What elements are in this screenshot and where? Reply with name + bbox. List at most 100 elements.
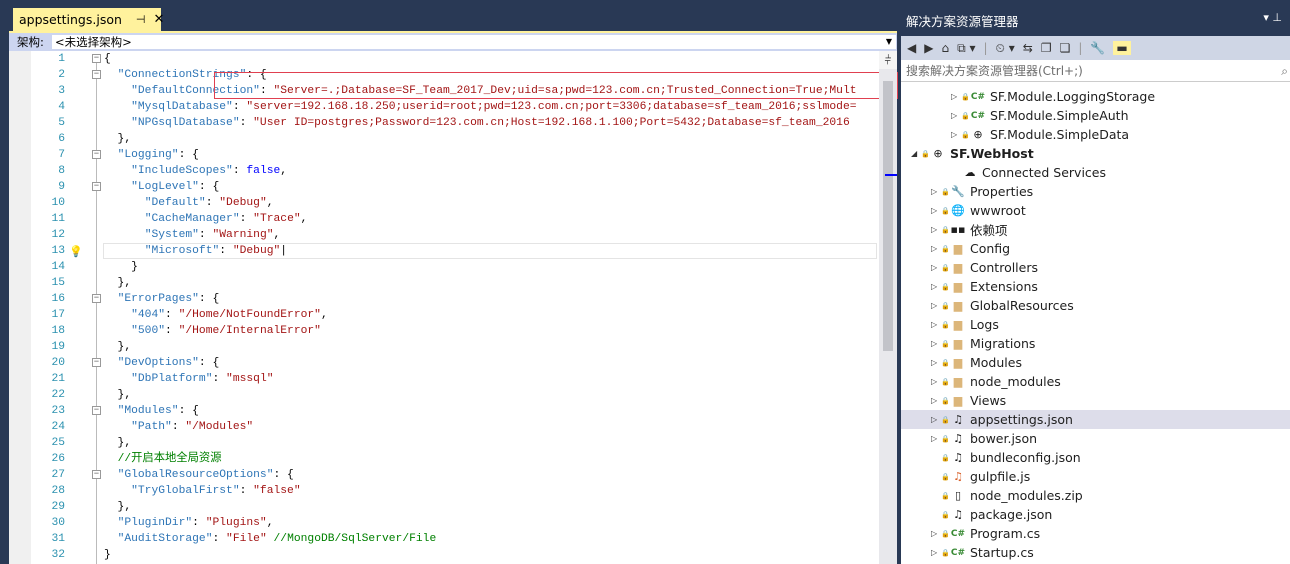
code-line[interactable]: 26 //开启本地全局资源: [9, 451, 879, 467]
code-line[interactable]: 9 − "LogLevel": {: [9, 179, 879, 195]
expand-arrow-icon[interactable]: ▷: [931, 358, 941, 367]
code-line[interactable]: 28 "TryGlobalFirst": "false": [9, 483, 879, 499]
code-line[interactable]: 12 "System": "Warning",: [9, 227, 879, 243]
code-line[interactable]: 11 "CacheManager": "Trace",: [9, 211, 879, 227]
tree-item[interactable]: ◢ 🔒 ⊕ SF.WebHost: [901, 144, 1290, 163]
expand-arrow-icon[interactable]: ◢: [911, 149, 921, 158]
tree-item[interactable]: ▷ 🔒 ▆ Config: [901, 239, 1290, 258]
expand-arrow-icon[interactable]: ▷: [931, 339, 941, 348]
search-input[interactable]: 搜索解决方案资源管理器(Ctrl+;) ⌕: [901, 60, 1290, 82]
tree-item[interactable]: ▷ 🔒 ▆ node_modules: [901, 372, 1290, 391]
expand-arrow-icon[interactable]: ▷: [931, 225, 941, 234]
tab-appsettings[interactable]: appsettings.json ⊣ ✕: [13, 8, 164, 31]
scrollbar-thumb[interactable]: [883, 81, 893, 351]
toolbar-button[interactable]: ⌂: [941, 41, 949, 55]
collapse-icon[interactable]: −: [92, 294, 101, 303]
expand-arrow-icon[interactable]: ▷: [931, 320, 941, 329]
code-line[interactable]: 32}: [9, 547, 879, 563]
split-icon[interactable]: ⫩: [879, 51, 897, 69]
preview-selected-button[interactable]: ▬: [1113, 41, 1131, 55]
expand-arrow-icon[interactable]: ▷: [931, 548, 941, 557]
tree-item[interactable]: ▷ 🔒 ⊕ SF.Module.SimpleData: [901, 125, 1290, 144]
expand-arrow-icon[interactable]: ▷: [951, 111, 961, 120]
tree-item[interactable]: ▷ 🔒 ▆ Views: [901, 391, 1290, 410]
tree-item[interactable]: ▷ 🔒 C# Startup.cs: [901, 543, 1290, 562]
tree-item[interactable]: 🔒 ♫ package.json: [901, 505, 1290, 524]
code-line[interactable]: 27 − "GlobalResourceOptions": {: [9, 467, 879, 483]
tree-item[interactable]: ▷ 🔒 ▪▪ 依赖项: [901, 220, 1290, 239]
schema-dropdown[interactable]: <未选择架构> ▼: [51, 34, 897, 50]
code-line[interactable]: 10 "Default": "Debug",: [9, 195, 879, 211]
code-line[interactable]: 29 },: [9, 499, 879, 515]
expand-arrow-icon[interactable]: ▷: [931, 206, 941, 215]
code-line[interactable]: 30 "PluginDir": "Plugins",: [9, 515, 879, 531]
tree-item[interactable]: ☁ Connected Services: [901, 163, 1290, 182]
tree-item[interactable]: ▷ 🔒 ♫ bower.json: [901, 429, 1290, 448]
code-line[interactable]: 20 − "DevOptions": {: [9, 355, 879, 371]
collapse-icon[interactable]: −: [92, 70, 101, 79]
tree-item[interactable]: 🔒 ▯ node_modules.zip: [901, 486, 1290, 505]
toolbar-button[interactable]: ⧉ ▾: [957, 41, 975, 56]
code-area[interactable]: 💡 1−{2− "ConnectionStrings": {3 "Default…: [9, 51, 879, 564]
tree-item[interactable]: ▷ 🔒 ▆ Migrations: [901, 334, 1290, 353]
expand-arrow-icon[interactable]: ▷: [931, 415, 941, 424]
toolbar-button[interactable]: ❏: [1060, 41, 1071, 55]
tree-item[interactable]: ▷ 🔒 ▆ Modules: [901, 353, 1290, 372]
expand-arrow-icon[interactable]: ▷: [931, 396, 941, 405]
tree-item[interactable]: ▷ 🔒 C# SF.Module.SimpleAuth: [901, 106, 1290, 125]
close-icon[interactable]: ✕: [154, 12, 165, 27]
code-line[interactable]: 4 "MysqlDatabase": "server=192.168.18.25…: [9, 99, 879, 115]
tree-item[interactable]: ▷ 🔒 ▆ Controllers: [901, 258, 1290, 277]
collapse-icon[interactable]: −: [92, 406, 101, 415]
code-line[interactable]: 6 },: [9, 131, 879, 147]
collapse-icon[interactable]: −: [92, 358, 101, 367]
code-line[interactable]: 22 },: [9, 387, 879, 403]
pin-icon[interactable]: ⊣: [136, 13, 146, 26]
expand-arrow-icon[interactable]: ▷: [951, 130, 961, 139]
expand-arrow-icon[interactable]: ▷: [931, 434, 941, 443]
code-line[interactable]: 15 },: [9, 275, 879, 291]
toolbar-button[interactable]: ⏲ ▾: [996, 41, 1015, 56]
expand-arrow-icon[interactable]: ▷: [931, 529, 941, 538]
code-line[interactable]: 5 "NPGsqlDatabase": "User ID=postgres;Pa…: [9, 115, 879, 131]
toolbar-button[interactable]: ❐: [1041, 41, 1052, 55]
code-line[interactable]: 8 "IncludeScopes": false,: [9, 163, 879, 179]
code-line[interactable]: 14 }: [9, 259, 879, 275]
collapse-icon[interactable]: −: [92, 182, 101, 191]
collapse-icon[interactable]: −: [92, 150, 101, 159]
tree-item[interactable]: ▷ 🔒 ▆ GlobalResources: [901, 296, 1290, 315]
tree-item[interactable]: ▷ 🔒 C# Program.cs: [901, 524, 1290, 543]
toolbar-button[interactable]: ◀: [907, 41, 916, 55]
tree-item[interactable]: 🔒 ♫ gulpfile.js: [901, 467, 1290, 486]
collapse-icon[interactable]: −: [92, 470, 101, 479]
search-icon[interactable]: ⌕: [1281, 60, 1288, 82]
expand-arrow-icon[interactable]: ▷: [931, 377, 941, 386]
panel-controls[interactable]: ▾ ⊥: [1263, 11, 1282, 24]
code-line[interactable]: 31 "AuditStorage": "File" //MongoDB/SqlS…: [9, 531, 879, 547]
code-line[interactable]: 16 − "ErrorPages": {: [9, 291, 879, 307]
tree-item[interactable]: 🔒 ♫ bundleconfig.json: [901, 448, 1290, 467]
expand-arrow-icon[interactable]: ▷: [931, 244, 941, 253]
vertical-scrollbar[interactable]: ⫩: [879, 51, 897, 564]
expand-arrow-icon[interactable]: ▷: [951, 92, 961, 101]
toolbar-button[interactable]: ▶: [924, 41, 933, 55]
code-line[interactable]: 19 },: [9, 339, 879, 355]
tree-item[interactable]: ▷ 🔒 C# SF.Module.LoggingStorage: [901, 87, 1290, 106]
toolbar-button[interactable]: ⇆: [1023, 41, 1033, 55]
tree-item[interactable]: ▷ 🔒 🔧 Properties: [901, 182, 1290, 201]
code-line[interactable]: 18 "500": "/Home/InternalError": [9, 323, 879, 339]
expand-arrow-icon[interactable]: ▷: [931, 301, 941, 310]
code-line[interactable]: 25 },: [9, 435, 879, 451]
code-line[interactable]: 24 "Path": "/Modules": [9, 419, 879, 435]
tree-item[interactable]: ▷ 🔒 ▆ Extensions: [901, 277, 1290, 296]
tree-item[interactable]: ▷ 🔒 ▆ Logs: [901, 315, 1290, 334]
expand-arrow-icon[interactable]: ▷: [931, 282, 941, 291]
code-line[interactable]: 23 − "Modules": {: [9, 403, 879, 419]
collapse-icon[interactable]: −: [92, 54, 101, 63]
toolbar-button[interactable]: 🔧: [1090, 41, 1105, 55]
expand-arrow-icon[interactable]: ▷: [931, 187, 941, 196]
code-line[interactable]: 7 − "Logging": {: [9, 147, 879, 163]
expand-arrow-icon[interactable]: ▷: [931, 263, 941, 272]
code-line[interactable]: 1 −{: [9, 51, 879, 67]
code-line[interactable]: 17 "404": "/Home/NotFoundError",: [9, 307, 879, 323]
